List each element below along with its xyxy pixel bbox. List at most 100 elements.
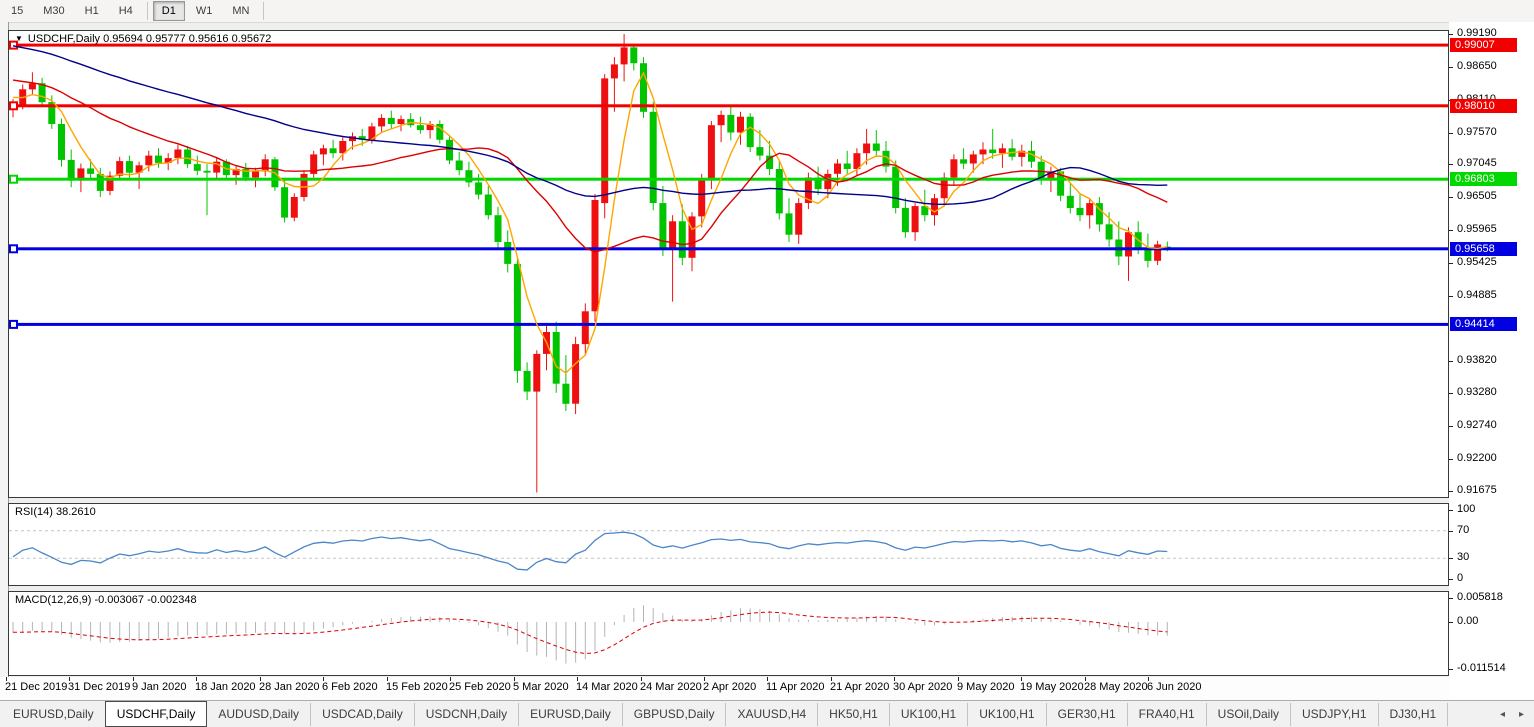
candle-down xyxy=(388,118,395,124)
candle-down xyxy=(776,169,783,213)
timeframe-button-mn[interactable]: MN xyxy=(223,1,258,21)
candle-up xyxy=(718,115,725,125)
chart-tab-usdcad[interactable]: USDCAD,Daily xyxy=(311,703,415,726)
candle-down xyxy=(902,208,909,232)
chart-tab-fra40[interactable]: FRA40,H1 xyxy=(1128,703,1207,726)
candle-up xyxy=(863,144,870,154)
price-scale-label: 0.97570 xyxy=(1457,126,1497,138)
chart-symbol-period: USDCHF,Daily xyxy=(28,33,100,45)
macd-indicator-panel[interactable]: MACD(12,26,9) -0.003067 -0.002348 xyxy=(8,591,1449,676)
timeframe-toolbar: 15M30H1H4 D1W1MN xyxy=(0,0,1534,23)
timeframe-button-15[interactable]: 15 xyxy=(2,1,32,21)
line-anchor-marker[interactable] xyxy=(10,245,17,252)
rsi-label: RSI(14) 38.2610 xyxy=(15,506,96,518)
date-label: 31 Dec 2019 xyxy=(68,681,130,693)
candle-down xyxy=(873,144,880,151)
chart-tab-ger30[interactable]: GER30,H1 xyxy=(1047,703,1128,726)
candle-down xyxy=(417,125,424,130)
timeframe-button-h4[interactable]: H4 xyxy=(110,1,142,21)
candle-down xyxy=(68,160,75,181)
moving-average-fast xyxy=(13,73,1167,373)
timeframe-button-w1[interactable]: W1 xyxy=(187,1,222,21)
chart-tab-uk100[interactable]: UK100,H1 xyxy=(890,703,968,726)
price-chart-panel[interactable]: ▼USDCHF,Daily 0.95694 0.95777 0.95616 0.… xyxy=(8,30,1449,498)
price-scale-label: 0.92200 xyxy=(1457,452,1497,464)
line-anchor-marker[interactable] xyxy=(10,102,17,109)
chart-dropdown-icon[interactable]: ▼ xyxy=(15,34,23,43)
date-label: 9 May 2020 xyxy=(957,681,1014,693)
price-badge-0.99007: 0.99007 xyxy=(1450,38,1517,52)
horizontal-line-0.94414[interactable] xyxy=(9,323,1448,326)
price-scale-label: 0.93820 xyxy=(1457,354,1497,366)
macd-canvas[interactable] xyxy=(9,592,1448,675)
date-label: 9 Jan 2020 xyxy=(132,681,186,693)
price-scale-label: 0.97045 xyxy=(1457,157,1497,169)
chart-tab-uk100[interactable]: UK100,H1 xyxy=(968,703,1046,726)
date-label: 14 Mar 2020 xyxy=(576,681,638,693)
horizontal-line-0.96803[interactable] xyxy=(9,178,1448,181)
price-scale-tick xyxy=(1449,393,1453,394)
chart-tab-usdjpy[interactable]: USDJPY,H1 xyxy=(1291,703,1378,726)
candle-up xyxy=(262,159,269,171)
price-badge-0.98010: 0.98010 xyxy=(1450,99,1517,113)
candle-down xyxy=(330,148,337,153)
price-chart-canvas[interactable] xyxy=(9,31,1448,497)
chart-tab-eurusd[interactable]: EURUSD,Daily xyxy=(2,703,106,726)
macd-scale-tick xyxy=(1449,669,1453,670)
candle-up xyxy=(834,164,841,174)
tabs-scroll-left-icon[interactable]: ◂ xyxy=(1500,709,1505,720)
timeframe-button-h1[interactable]: H1 xyxy=(76,1,108,21)
chart-tab-bar: EURUSD,DailyUSDCHF,DailyAUDUSD,DailyUSDC… xyxy=(0,700,1534,727)
candle-down xyxy=(756,147,763,156)
line-anchor-marker[interactable] xyxy=(10,321,17,328)
chart-tab-usdchf-active[interactable]: USDCHF,Daily xyxy=(105,701,208,727)
rsi-scale-label: 70 xyxy=(1457,524,1469,536)
date-label: 6 Feb 2020 xyxy=(322,681,378,693)
line-anchor-marker[interactable] xyxy=(10,176,17,183)
chart-tab-dj30[interactable]: DJ30,H1 xyxy=(1379,703,1449,726)
chart-tab-audusd[interactable]: AUDUSD,Daily xyxy=(207,703,311,726)
tabs-scroll-right-icon[interactable]: ▸ xyxy=(1519,709,1524,720)
candle-up xyxy=(980,150,987,155)
date-label: 21 Apr 2020 xyxy=(830,681,889,693)
candle-down xyxy=(989,150,996,154)
rsi-line xyxy=(13,532,1167,570)
candle-down xyxy=(485,195,492,216)
price-scale[interactable]: 0.991900.986500.981100.975700.970450.965… xyxy=(1449,22,1534,700)
chart-tab-eurusd[interactable]: EURUSD,Daily xyxy=(519,703,623,726)
macd-label: MACD(12,26,9) -0.003067 -0.002348 xyxy=(15,594,197,606)
candle-up xyxy=(999,148,1006,153)
rsi-scale-label: 100 xyxy=(1457,503,1475,515)
chart-tab-usdcnh[interactable]: USDCNH,Daily xyxy=(415,703,519,726)
candle-up xyxy=(950,159,957,177)
candle-down xyxy=(475,182,482,194)
chart-tab-xauusd[interactable]: XAUUSD,H4 xyxy=(726,703,818,726)
price-scale-label: 0.91675 xyxy=(1457,484,1497,496)
candle-down xyxy=(194,164,201,171)
rsi-indicator-panel[interactable]: RSI(14) 38.2610 xyxy=(8,503,1449,586)
date-label: 15 Feb 2020 xyxy=(386,681,448,693)
rsi-canvas[interactable] xyxy=(9,504,1448,585)
date-label: 30 Apr 2020 xyxy=(893,681,952,693)
candle-up xyxy=(378,118,385,127)
price-scale-label: 0.93280 xyxy=(1457,386,1497,398)
chart-tab-usoil[interactable]: USOil,Daily xyxy=(1207,703,1291,726)
candle-down xyxy=(514,264,521,371)
chart-tab-gbpusd[interactable]: GBPUSD,Daily xyxy=(623,703,727,726)
candle-up xyxy=(592,200,599,311)
timeframe-button-m30[interactable]: M30 xyxy=(34,1,73,21)
candle-up xyxy=(252,171,259,177)
candle-up xyxy=(698,179,705,217)
timeframe-button-d1[interactable]: D1 xyxy=(153,1,185,21)
price-scale-label: 0.92740 xyxy=(1457,419,1497,431)
candle-up xyxy=(912,206,919,232)
horizontal-line-0.98010[interactable] xyxy=(9,104,1448,107)
price-badge-0.94414: 0.94414 xyxy=(1450,317,1517,331)
date-axis[interactable]: 21 Dec 201931 Dec 20199 Jan 202018 Jan 2… xyxy=(0,677,1449,700)
price-scale-tick xyxy=(1449,197,1453,198)
rsi-scale-label: 0 xyxy=(1457,572,1463,584)
horizontal-line-0.95658[interactable] xyxy=(9,247,1448,250)
date-label: 28 Jan 2020 xyxy=(259,681,320,693)
chart-tab-hk50[interactable]: HK50,H1 xyxy=(818,703,890,726)
macd-scale-tick xyxy=(1449,598,1453,599)
